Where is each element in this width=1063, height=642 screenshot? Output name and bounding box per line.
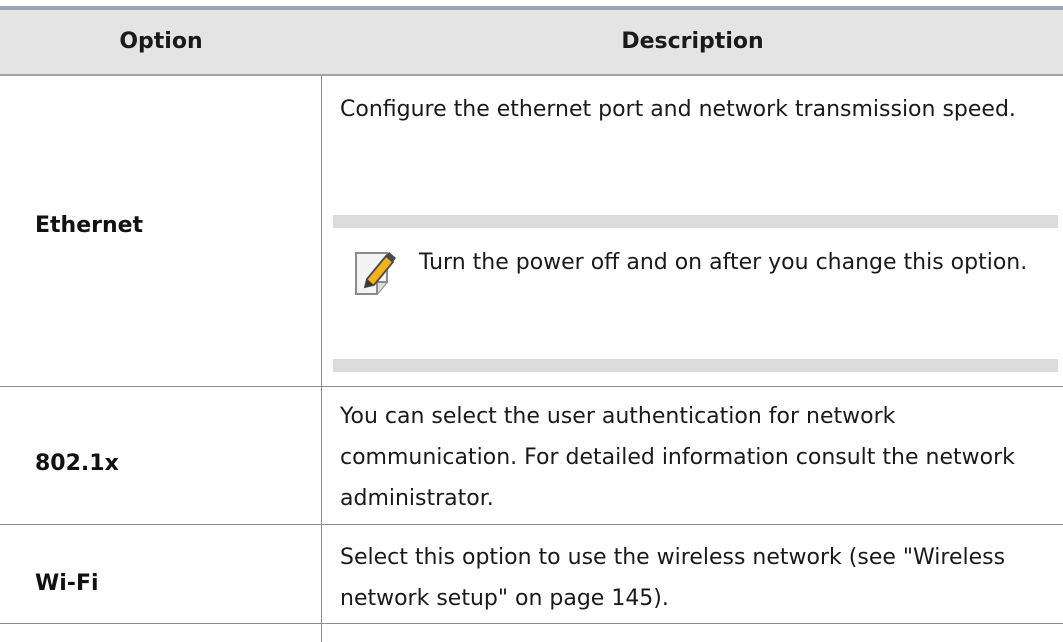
row-description-wifi: Select this option to use the wireless n… (340, 545, 1006, 611)
note-bottom-bar (333, 359, 1058, 372)
row-divider (0, 386, 1063, 387)
table-bottom-rule (0, 623, 1063, 624)
column-header-description: Description (621, 29, 764, 54)
row-description-ethernet: Configure the ethernet port and network … (340, 97, 1016, 122)
row-option-wifi: Wi-Fi (35, 571, 99, 596)
column-divider (321, 76, 322, 642)
row-divider (0, 524, 1063, 525)
column-header-option: Option (119, 29, 203, 54)
note-pencil-icon (353, 248, 401, 300)
note-text: Turn the power off and on after you chan… (419, 250, 1028, 275)
row-option-ethernet: Ethernet (35, 213, 144, 238)
row-description-8021x: You can select the user authentication f… (340, 404, 1015, 511)
row-option-8021x: 802.1x (35, 451, 119, 476)
table-header: Option Description (0, 10, 1063, 76)
note-box: Turn the power off and on after you chan… (333, 215, 1058, 372)
note-top-bar (333, 215, 1058, 228)
